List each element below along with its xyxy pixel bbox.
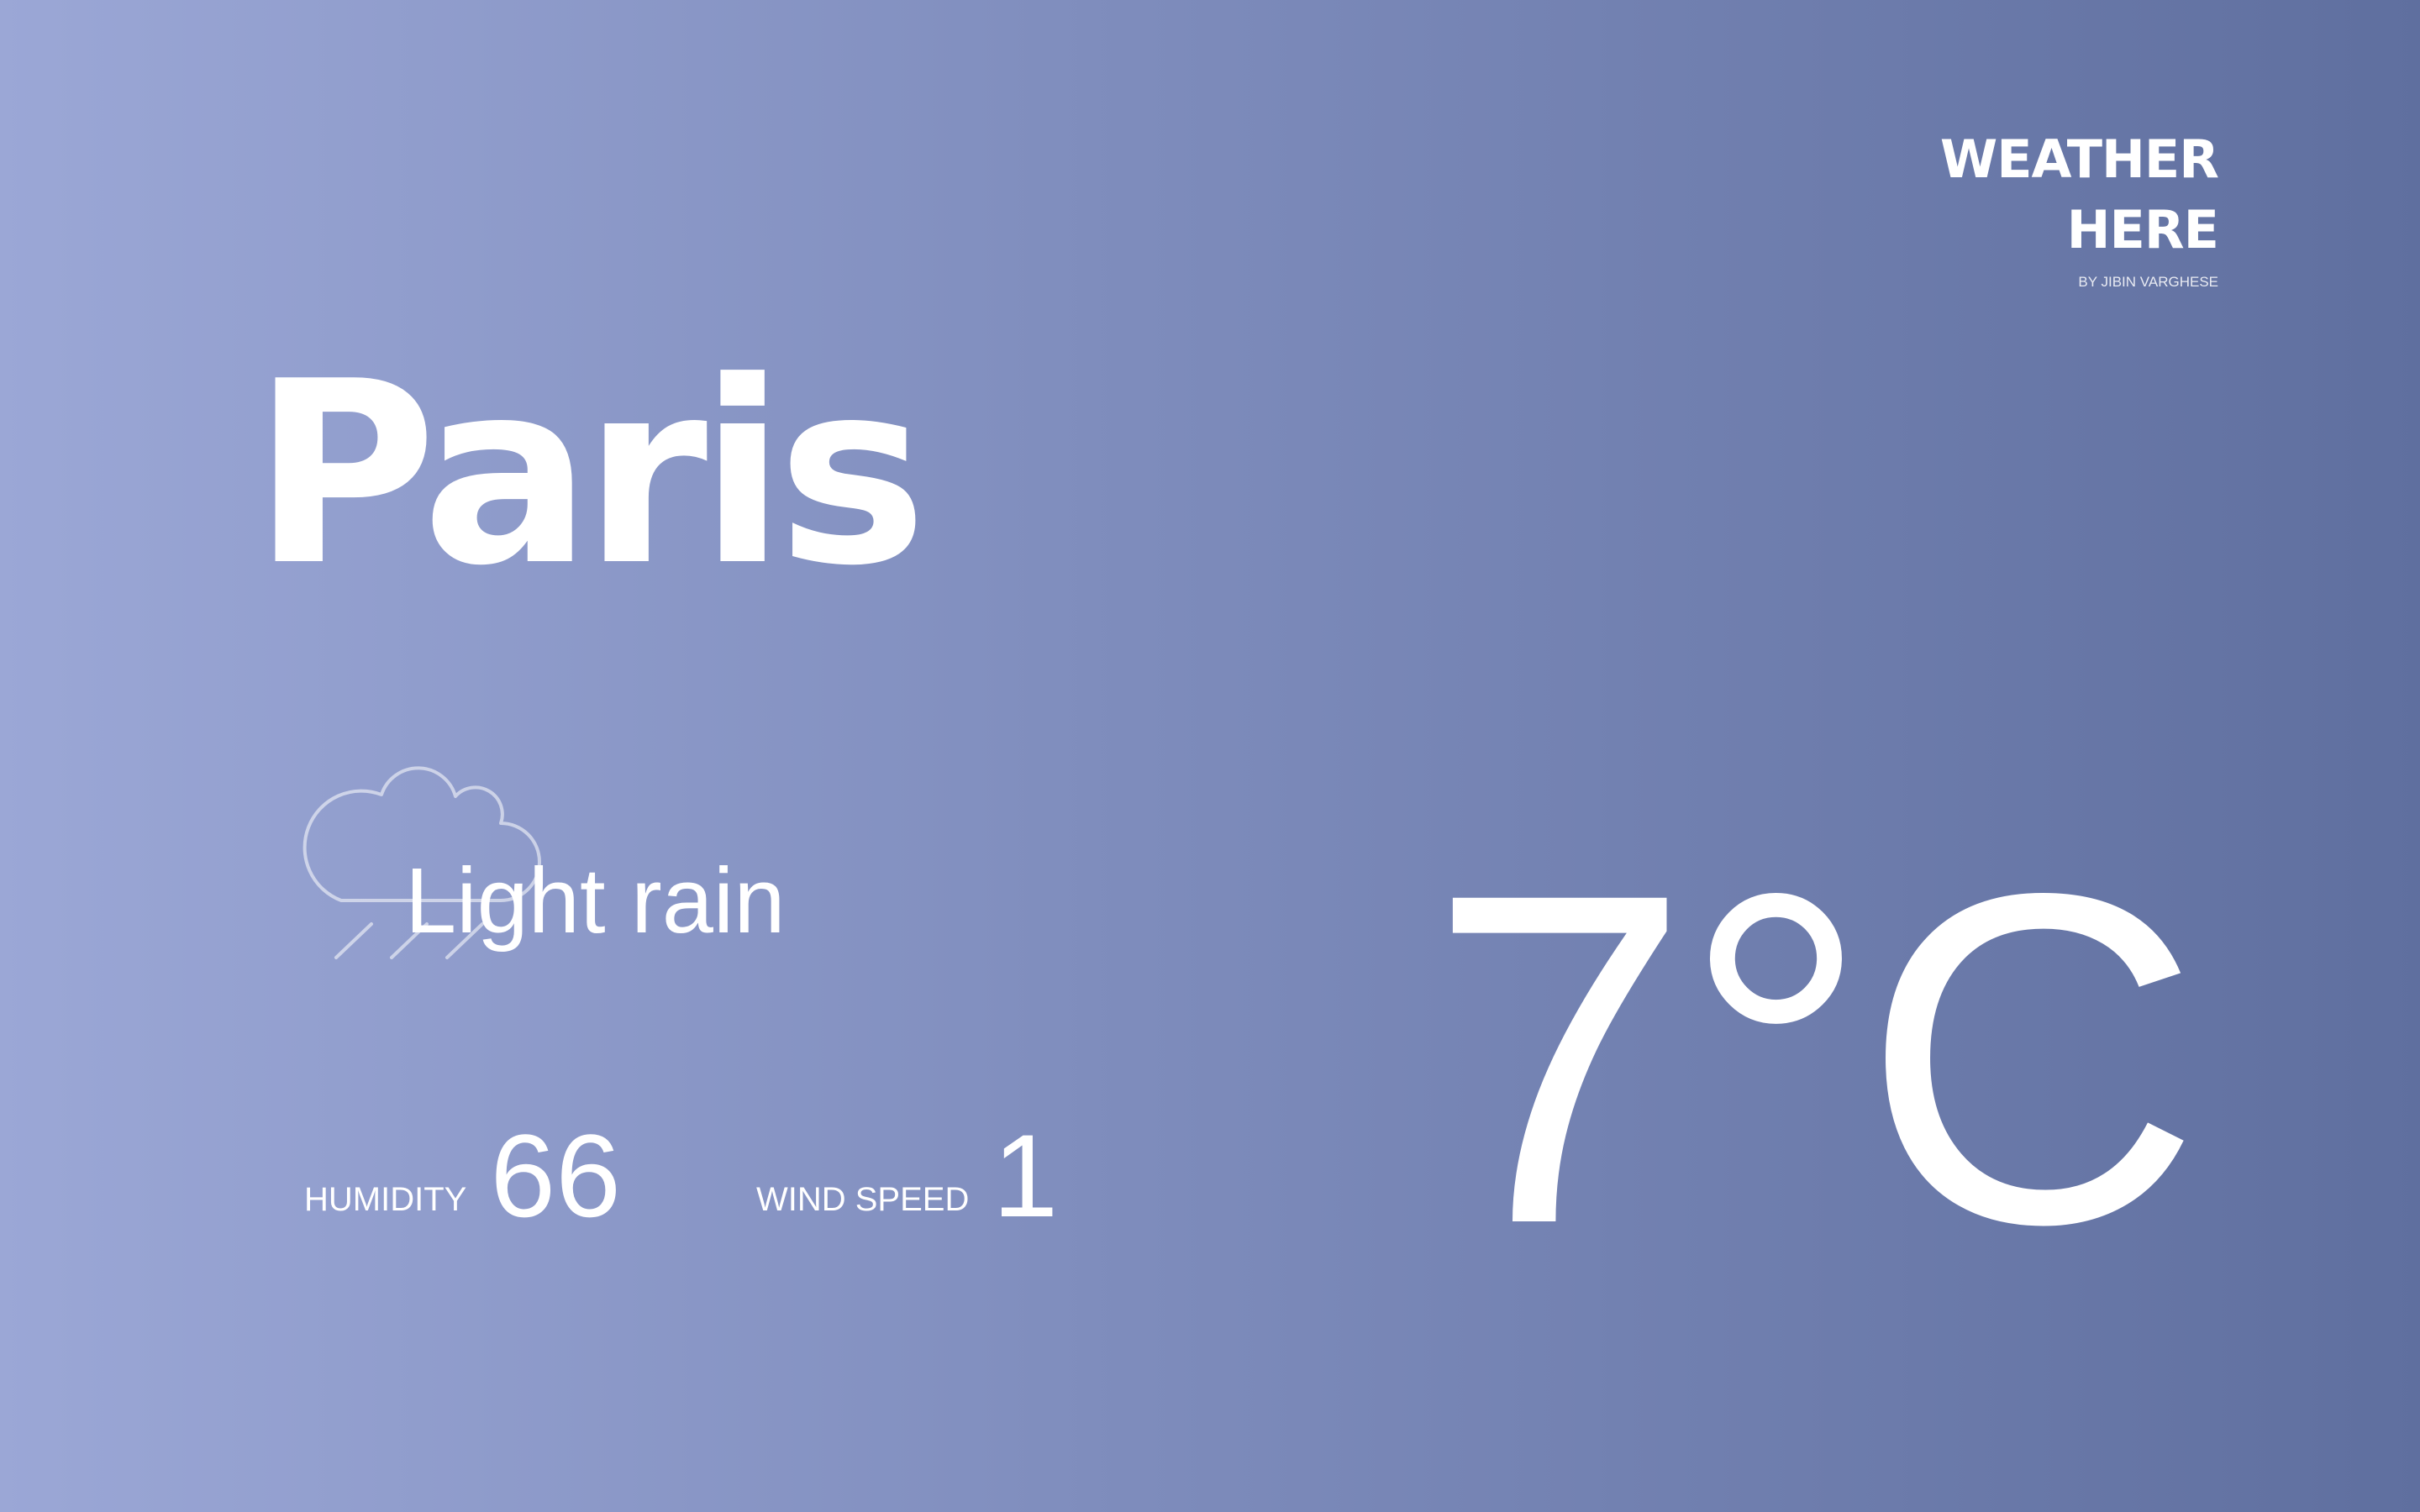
brand-logo: WEATHER HERE BY JIBIN VARGHESE [1939, 124, 2219, 291]
brand-title-line-2: HERE [2066, 199, 2219, 260]
humidity-label: HUMIDITY [304, 1181, 467, 1218]
city-name: Paris [252, 328, 928, 621]
brand-title-line-1: WEATHER [1939, 129, 2219, 190]
brand-author: BY JIBIN VARGHESE [2078, 274, 2218, 290]
humidity-stat: HUMIDITY 66 [304, 1117, 621, 1235]
wind-speed-stat: WIND SPEED 1 [756, 1117, 1058, 1235]
temperature-reading: 7°C [1428, 795, 2202, 1321]
weather-condition: Light rain [405, 849, 786, 953]
wind-speed-value: 1 [992, 1110, 1059, 1242]
humidity-value: 66 [490, 1110, 622, 1242]
wind-speed-label: WIND SPEED [756, 1181, 970, 1218]
